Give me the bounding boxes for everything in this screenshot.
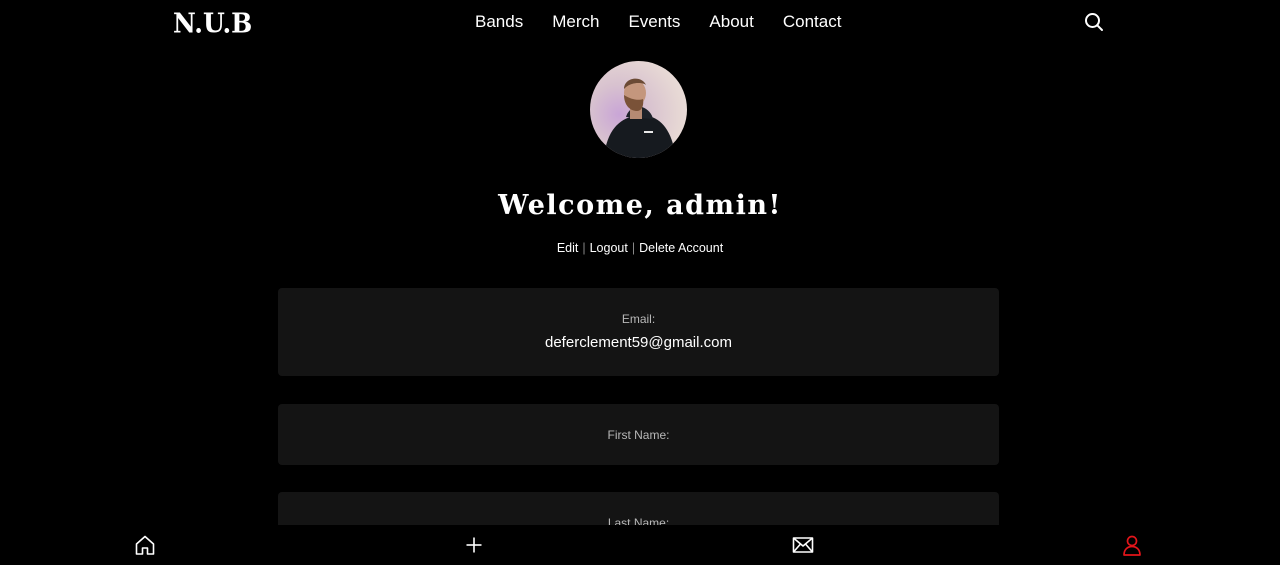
mail-icon[interactable] (792, 534, 814, 556)
logout-link[interactable]: Logout (590, 241, 628, 255)
welcome-heading: Welcome, admin! (498, 190, 782, 221)
first-name-card: First Name: (278, 404, 999, 465)
delete-account-link[interactable]: Delete Account (639, 241, 723, 255)
email-value: deferclement59@gmail.com (545, 334, 732, 351)
plus-icon[interactable] (463, 534, 485, 556)
account-actions: Edit | Logout | Delete Account (0, 241, 1280, 255)
first-name-label: First Name: (607, 428, 670, 442)
avatar (590, 61, 687, 158)
home-icon[interactable] (134, 534, 156, 556)
main-nav: Bands Merch Events About Contact (475, 12, 870, 32)
separator: | (582, 241, 586, 255)
top-navigation: N.U.B Bands Merch Events About Contact (0, 0, 1280, 46)
user-icon[interactable] (1121, 534, 1143, 556)
nav-about[interactable]: About (709, 12, 753, 32)
email-card: Email: deferclement59@gmail.com (278, 288, 999, 376)
nav-contact[interactable]: Contact (783, 12, 842, 32)
nav-events[interactable]: Events (628, 12, 680, 32)
search-icon[interactable] (1084, 12, 1104, 32)
site-logo[interactable]: N.U.B (173, 8, 252, 39)
email-label: Email: (621, 312, 656, 326)
nav-bands[interactable]: Bands (475, 12, 523, 32)
bottom-navigation (0, 525, 1280, 565)
nav-merch[interactable]: Merch (552, 12, 599, 32)
edit-link[interactable]: Edit (557, 241, 579, 255)
separator: | (631, 241, 636, 255)
